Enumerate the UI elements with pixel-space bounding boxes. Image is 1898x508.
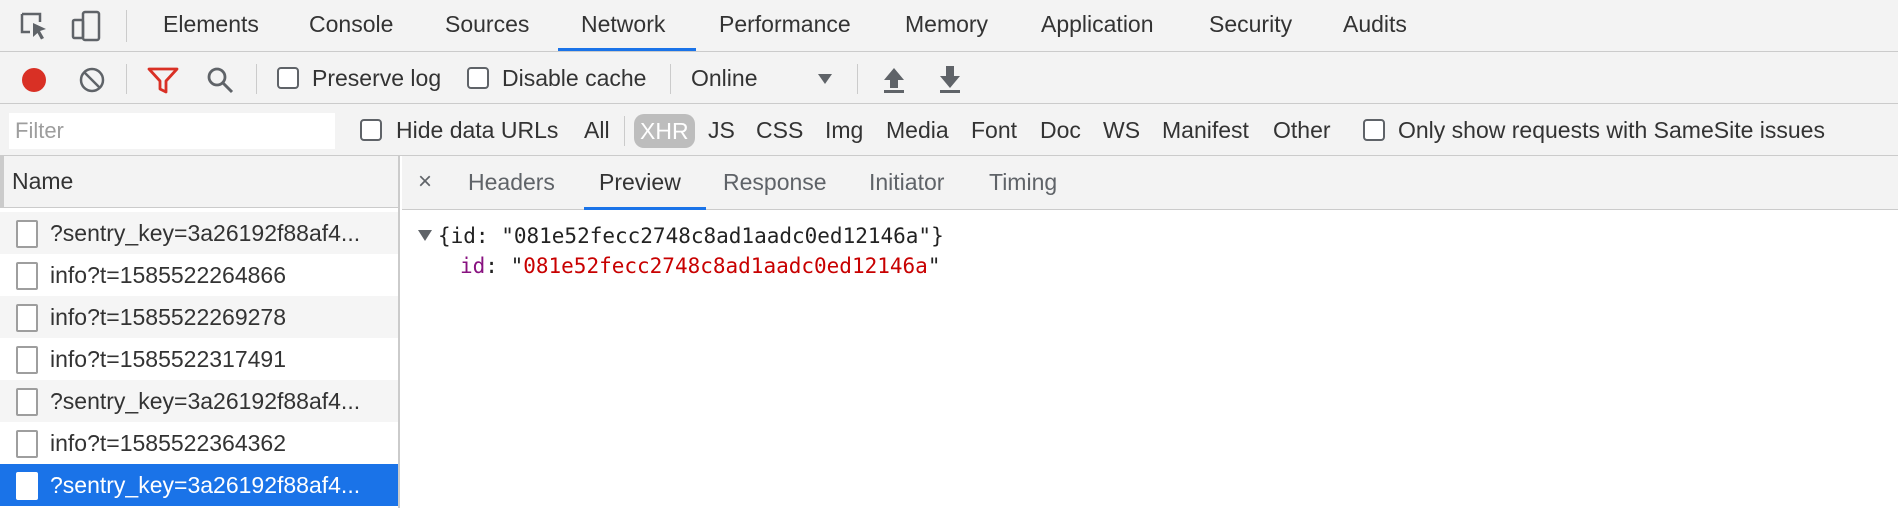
samesite-label[interactable]: Only show requests with SameSite issues: [1398, 116, 1825, 144]
tab-security[interactable]: Security: [1209, 0, 1292, 51]
json-key: id: [460, 254, 486, 278]
request-name: info?t=1585522264866: [50, 262, 286, 288]
filter-type-media[interactable]: Media: [886, 116, 949, 144]
tab-timing[interactable]: Timing: [989, 156, 1057, 210]
inspect-element-icon[interactable]: [18, 10, 52, 42]
tab-elements[interactable]: Elements: [163, 0, 259, 51]
request-row[interactable]: info?t=1585522269278: [0, 296, 398, 338]
samesite-checkbox[interactable]: [1363, 119, 1385, 141]
file-icon: [16, 220, 38, 248]
tab-initiator[interactable]: Initiator: [869, 156, 944, 210]
json-property: id: "081e52fecc2748c8ad1aadc0ed12146a": [460, 254, 941, 278]
toolbar-separator: [126, 64, 127, 94]
request-name: ?sentry_key=3a26192f88af4...: [50, 220, 361, 246]
devtools-tab-bar: Elements Console Sources Network Perform…: [0, 0, 1898, 52]
detail-tab-bar: × Headers Preview Response Initiator Tim…: [402, 156, 1898, 210]
toolbar-separator: [857, 64, 858, 94]
clear-icon[interactable]: [76, 64, 108, 96]
request-list: Name ?sentry_key=3a26192f88af4... info?t…: [0, 156, 400, 508]
file-icon: [16, 304, 38, 332]
filter-type-ws[interactable]: WS: [1103, 116, 1140, 144]
request-row[interactable]: ?sentry_key=3a26192f88af4...: [0, 380, 398, 422]
filter-separator: [624, 116, 625, 146]
filter-type-font[interactable]: Font: [971, 116, 1017, 144]
active-detail-tab-indicator: [584, 207, 706, 210]
request-name: info?t=1585522317491: [50, 346, 286, 372]
tab-sources[interactable]: Sources: [445, 0, 529, 51]
name-column-header[interactable]: Name: [0, 156, 398, 208]
active-tab-indicator: [558, 48, 696, 51]
network-toolbar: Preserve log Disable cache Online: [0, 52, 1898, 104]
export-har-icon[interactable]: [936, 64, 964, 94]
disable-cache-checkbox[interactable]: [467, 67, 489, 89]
request-name: info?t=1585522364362: [50, 430, 286, 456]
disable-cache-label[interactable]: Disable cache: [502, 64, 646, 92]
request-row-selected[interactable]: ?sentry_key=3a26192f88af4...: [0, 464, 398, 506]
request-row[interactable]: ?sentry_key=3a26192f88af4...: [0, 212, 398, 254]
expand-triangle-icon[interactable]: [418, 230, 432, 241]
filter-bar: Hide data URLs All XHR JS CSS Img Media …: [0, 104, 1898, 156]
request-name: info?t=1585522269278: [50, 304, 286, 330]
json-object-summary[interactable]: {id: "081e52fecc2748c8ad1aadc0ed12146a"}: [418, 224, 944, 248]
tab-console[interactable]: Console: [309, 0, 393, 51]
filter-type-all[interactable]: All: [584, 116, 610, 144]
hide-data-urls-checkbox[interactable]: [360, 119, 382, 141]
filter-type-doc[interactable]: Doc: [1040, 116, 1081, 144]
toolbar-separator: [670, 64, 671, 94]
toolbar-separator: [256, 64, 257, 94]
json-summary-text: {id: "081e52fecc2748c8ad1aadc0ed12146a"}: [438, 224, 944, 248]
tab-network[interactable]: Network: [581, 0, 665, 51]
request-name: ?sentry_key=3a26192f88af4...: [50, 472, 361, 498]
tab-response[interactable]: Response: [723, 156, 827, 210]
hide-data-urls-label[interactable]: Hide data URLs: [396, 116, 558, 144]
tab-headers[interactable]: Headers: [468, 156, 555, 210]
filter-type-other[interactable]: Other: [1273, 116, 1331, 144]
request-row[interactable]: info?t=1585522364362: [0, 422, 398, 464]
tab-performance[interactable]: Performance: [719, 0, 851, 51]
name-column-label: Name: [12, 168, 74, 194]
filter-input[interactable]: [9, 113, 335, 149]
request-detail-pane: × Headers Preview Response Initiator Tim…: [402, 156, 1898, 508]
request-row[interactable]: info?t=1585522317491: [0, 338, 398, 380]
filter-type-manifest[interactable]: Manifest: [1162, 116, 1249, 144]
filter-type-css[interactable]: CSS: [756, 116, 803, 144]
tab-preview[interactable]: Preview: [599, 156, 681, 210]
record-icon[interactable]: [18, 64, 50, 96]
device-toolbar-icon[interactable]: [70, 10, 104, 42]
file-icon: [16, 472, 38, 500]
request-row[interactable]: info?t=1585522264866: [0, 254, 398, 296]
chevron-down-icon[interactable]: [816, 72, 834, 86]
filter-type-img[interactable]: Img: [825, 116, 863, 144]
file-icon: [16, 388, 38, 416]
toolbar-separator: [126, 10, 127, 42]
tab-memory[interactable]: Memory: [905, 0, 988, 51]
filter-type-js[interactable]: JS: [708, 116, 735, 144]
json-string-value: 081e52fecc2748c8ad1aadc0ed12146a: [523, 254, 928, 278]
filter-type-xhr[interactable]: XHR: [634, 114, 695, 148]
close-icon[interactable]: ×: [418, 168, 432, 196]
request-name: ?sentry_key=3a26192f88af4...: [50, 388, 361, 414]
import-har-icon[interactable]: [880, 64, 908, 94]
tab-application[interactable]: Application: [1041, 0, 1154, 51]
preserve-log-label[interactable]: Preserve log: [312, 64, 441, 92]
file-icon: [16, 346, 38, 374]
preserve-log-checkbox[interactable]: [277, 67, 299, 89]
file-icon: [16, 430, 38, 458]
tab-audits[interactable]: Audits: [1343, 0, 1407, 51]
search-icon[interactable]: [204, 64, 236, 96]
file-icon: [16, 262, 38, 290]
filter-icon[interactable]: [146, 64, 180, 96]
throttling-select[interactable]: Online: [691, 64, 757, 92]
